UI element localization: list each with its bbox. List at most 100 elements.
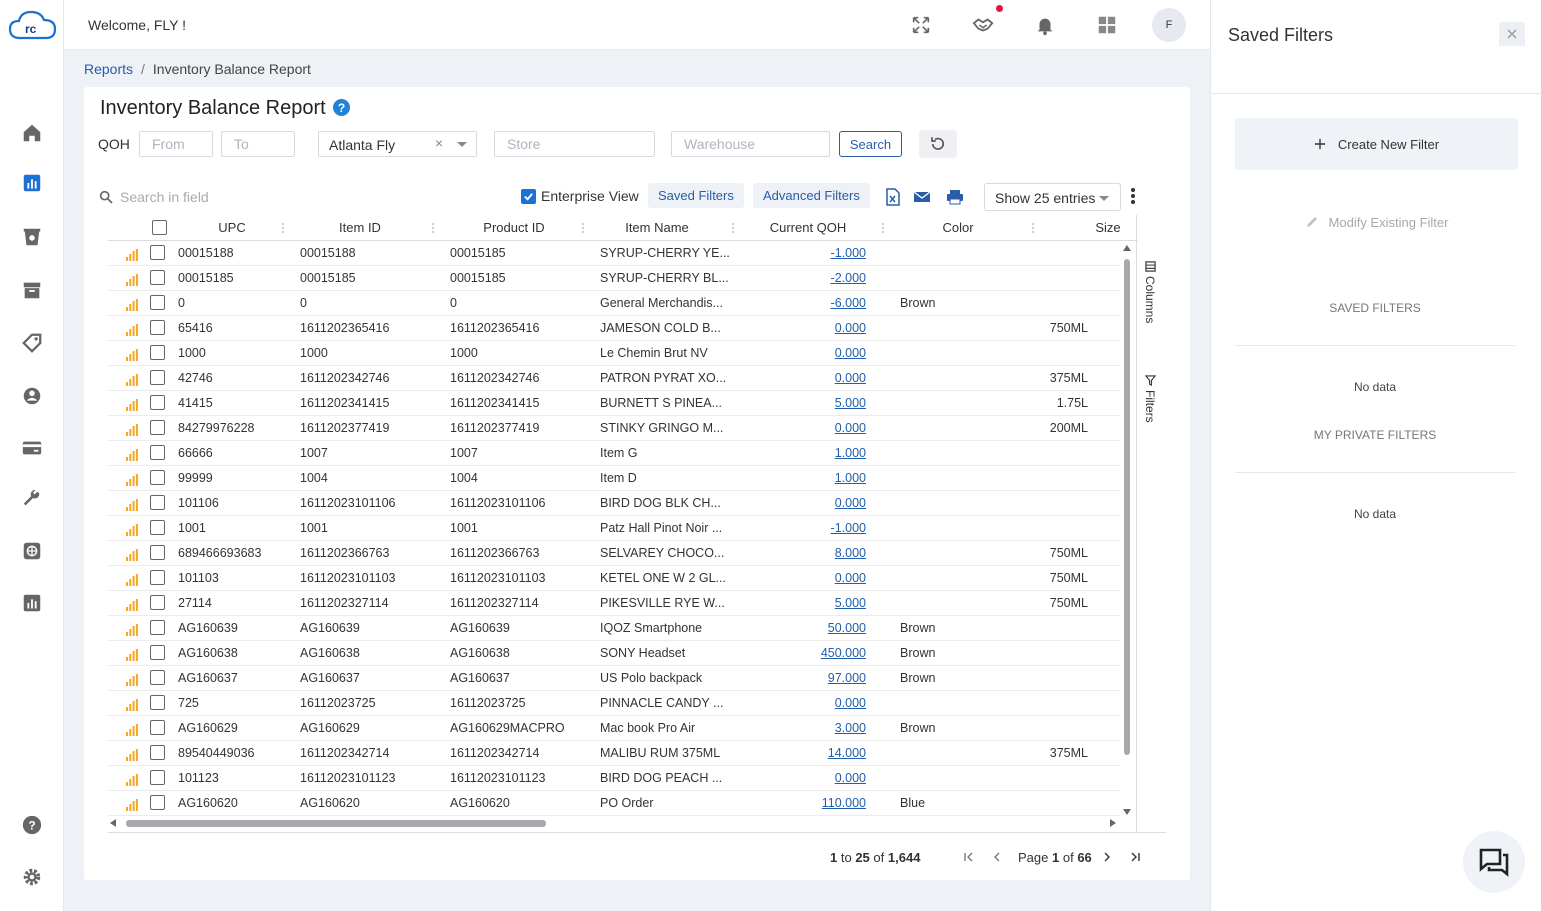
cell-current-qoh[interactable]: 0.000: [835, 321, 866, 335]
close-icon[interactable]: [1499, 22, 1525, 46]
stock-level-icon[interactable]: [126, 399, 138, 411]
row-checkbox[interactable]: [150, 545, 165, 560]
scroll-down-icon[interactable]: [1123, 809, 1131, 815]
qoh-from-input[interactable]: [139, 131, 213, 157]
table-row[interactable]: 1001 1001 1001 Patz Hall Pinot Noir ... -1.0…: [108, 516, 1120, 541]
settings-icon[interactable]: [19, 864, 45, 890]
entries-select[interactable]: Show 25 entries: [984, 183, 1121, 211]
filters-tab[interactable]: Filters: [1143, 375, 1157, 423]
cell-current-qoh[interactable]: -1.000: [831, 521, 866, 535]
cell-current-qoh[interactable]: 0.000: [835, 421, 866, 435]
cell-current-qoh[interactable]: 5.000: [835, 396, 866, 410]
row-checkbox[interactable]: [150, 520, 165, 535]
cell-current-qoh[interactable]: 97.000: [828, 671, 866, 685]
card-icon[interactable]: [19, 435, 45, 461]
help-icon[interactable]: ?: [19, 812, 45, 838]
cell-current-qoh[interactable]: 0.000: [835, 346, 866, 360]
cell-current-qoh[interactable]: -2.000: [831, 271, 866, 285]
stock-level-icon[interactable]: [126, 649, 138, 661]
cell-current-qoh[interactable]: 14.000: [828, 746, 866, 760]
stock-level-icon[interactable]: [126, 624, 138, 636]
table-row[interactable]: 42746 1611202342746 1611202342746 PATRON PY…: [108, 366, 1120, 391]
scroll-up-icon[interactable]: [1123, 245, 1131, 251]
bell-icon[interactable]: [1032, 12, 1058, 38]
scroll-left-icon[interactable]: [110, 819, 116, 827]
table-row[interactable]: 0 0 0 General Merchandis... -6.000 Brown: [108, 291, 1120, 316]
stock-level-icon[interactable]: [126, 324, 138, 336]
stock-level-icon[interactable]: [126, 449, 138, 461]
stock-level-icon[interactable]: [126, 749, 138, 761]
last-page-icon[interactable]: [1127, 849, 1143, 865]
table-row[interactable]: 00015185 00015185 00015185 SYRUP-CHERRY BL.…: [108, 266, 1120, 291]
col-color[interactable]: Color: [938, 220, 978, 235]
saved-filters-button[interactable]: Saved Filters: [648, 183, 744, 208]
stock-level-icon[interactable]: [126, 499, 138, 511]
scroll-right-icon[interactable]: [1110, 819, 1116, 827]
modify-filter-button[interactable]: Modify Existing Filter: [1235, 206, 1518, 238]
next-page-icon[interactable]: [1099, 849, 1115, 865]
inventory-icon[interactable]: [19, 224, 45, 250]
cell-current-qoh[interactable]: 1.000: [835, 446, 866, 460]
handshake-icon[interactable]: [970, 12, 996, 38]
stock-level-icon[interactable]: [126, 349, 138, 361]
wrench-icon[interactable]: [19, 486, 45, 512]
advanced-filters-button[interactable]: Advanced Filters: [753, 183, 870, 208]
row-checkbox[interactable]: [150, 270, 165, 285]
cell-current-qoh[interactable]: 3.000: [835, 721, 866, 735]
stock-level-icon[interactable]: [126, 424, 138, 436]
qoh-to-input[interactable]: [221, 131, 295, 157]
row-checkbox[interactable]: [150, 770, 165, 785]
avatar[interactable]: F: [1152, 8, 1186, 42]
table-row[interactable]: 101123 16112023101123 16112023101123 BIRD D…: [108, 766, 1120, 791]
row-checkbox[interactable]: [150, 620, 165, 635]
row-checkbox[interactable]: [150, 370, 165, 385]
row-checkbox[interactable]: [150, 795, 165, 810]
stock-level-icon[interactable]: [126, 674, 138, 686]
search-button[interactable]: Search: [839, 131, 902, 157]
stock-level-icon[interactable]: [126, 299, 138, 311]
cell-current-qoh[interactable]: 110.000: [822, 796, 866, 810]
clear-icon[interactable]: ×: [435, 135, 443, 151]
table-row[interactable]: 1000 1000 1000 Le Chemin Brut NV 0.000: [108, 341, 1120, 366]
cell-current-qoh[interactable]: 5.000: [835, 596, 866, 610]
row-checkbox[interactable]: [150, 420, 165, 435]
stock-level-icon[interactable]: [126, 774, 138, 786]
col-current-qoh[interactable]: Current QOH: [768, 220, 848, 235]
table-row[interactable]: 89540449036 1611202342714 1611202342714 MAL…: [108, 741, 1120, 766]
scroll-thumb[interactable]: [126, 820, 546, 827]
table-row[interactable]: AG160629 AG160629 AG160629MACPRO Mac book P…: [108, 716, 1120, 741]
cell-current-qoh[interactable]: 50.000: [828, 621, 866, 635]
scroll-thumb[interactable]: [1124, 259, 1130, 755]
table-row[interactable]: 00015188 00015188 00015185 SYRUP-CHERRY YE.…: [108, 241, 1120, 266]
chart-icon[interactable]: [19, 590, 45, 616]
stock-level-icon[interactable]: [126, 799, 138, 811]
table-row[interactable]: 84279976228 1611202377419 1611202377419 STI…: [108, 416, 1120, 441]
table-row[interactable]: 99999 1004 1004 Item D 1.000: [108, 466, 1120, 491]
table-row[interactable]: 101103 16112023101103 16112023101103 KETEL …: [108, 566, 1120, 591]
cell-current-qoh[interactable]: 0.000: [835, 771, 866, 785]
cell-current-qoh[interactable]: 8.000: [835, 546, 866, 560]
search-input[interactable]: [120, 189, 320, 205]
cell-current-qoh[interactable]: -1.000: [831, 246, 866, 260]
reset-icon[interactable]: [919, 130, 957, 158]
stock-level-icon[interactable]: [126, 374, 138, 386]
row-checkbox[interactable]: [150, 295, 165, 310]
horizontal-scrollbar[interactable]: [108, 817, 1118, 829]
row-checkbox[interactable]: [150, 645, 165, 660]
row-checkbox[interactable]: [150, 670, 165, 685]
table-row[interactable]: 27114 1611202327114 1611202327114 PIKESVILL…: [108, 591, 1120, 616]
checkbox-checked[interactable]: [521, 188, 536, 204]
row-checkbox[interactable]: [150, 595, 165, 610]
row-checkbox[interactable]: [150, 345, 165, 360]
row-checkbox[interactable]: [150, 720, 165, 735]
row-checkbox[interactable]: [150, 745, 165, 760]
excel-icon[interactable]: [883, 187, 903, 207]
col-size[interactable]: Size: [1093, 220, 1123, 235]
chat-icon[interactable]: [1463, 831, 1525, 893]
table-row[interactable]: AG160639 AG160639 AG160639 IQOZ Smartphone 5…: [108, 616, 1120, 641]
table-row[interactable]: 101106 16112023101106 16112023101106 BIRD D…: [108, 491, 1120, 516]
logo[interactable]: rc: [8, 8, 58, 42]
row-checkbox[interactable]: [150, 245, 165, 260]
table-row[interactable]: AG160638 AG160638 AG160638 SONY Headset 450.…: [108, 641, 1120, 666]
table-row[interactable]: 65416 1611202365416 1611202365416 JAMESON C…: [108, 316, 1120, 341]
